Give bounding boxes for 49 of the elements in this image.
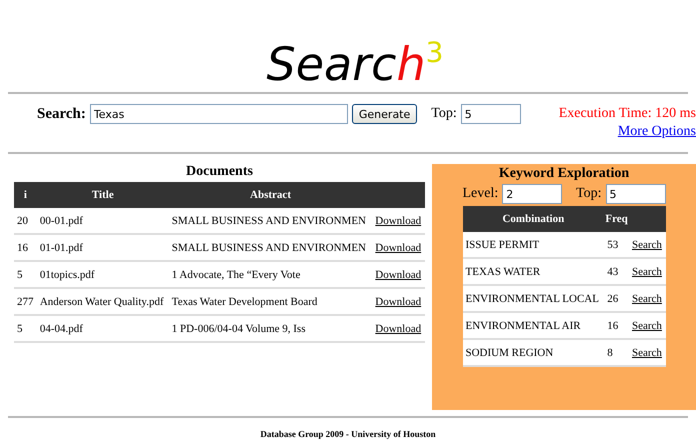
table-cell: 1 PD-006/04-04 Volume 9, Iss [168,315,372,342]
column-header: Abstract [168,182,372,208]
table-cell: 00-01.pdf [36,208,169,234]
download-link[interactable]: Download [375,322,422,334]
level-field[interactable]: 2 [502,184,562,204]
search-label: Search: [37,106,86,122]
download-link[interactable]: Download [375,296,422,308]
table-cell: TEXAS WATER [462,258,604,285]
table-cell: 43 [604,258,629,285]
column-header: Freq [604,206,629,232]
download-link[interactable]: Download [375,214,422,226]
table-cell: 26 [604,285,629,312]
table-cell: Texas Water Development Board [168,288,372,315]
top-label: Top: [431,106,457,122]
footer-text: Database Group 2009 - University of Houston [260,429,436,439]
table-cell: 16 [14,234,37,261]
table-cell: ENVIRONMENTAL LOCAL [462,285,604,312]
top-field[interactable]: 5 [606,184,666,204]
download-link[interactable]: Download [375,242,422,254]
table-cell: 53 [604,232,629,258]
table-cell: 1 Advocate, The “Every Vote [168,261,372,288]
table-cell: 20 [14,208,37,234]
table-cell: 8 [604,339,629,366]
execution-time: Execution Time: 120 ms [558,106,696,122]
table-cell: 01-01.pdf [36,234,169,261]
table-cell: SMALL BUSINESS AND ENVIRONMEN [168,234,372,261]
table-cell: SMALL BUSINESS AND ENVIRONMEN [168,208,372,234]
top-field[interactable]: 5 [460,104,521,124]
search-field[interactable]: Texas [90,104,348,124]
top-label: Top: [576,186,602,202]
more-options-link[interactable]: More Options [618,124,696,140]
column-header: i [14,182,37,208]
table-cell: 5 [14,261,37,288]
table-cell: 5 [14,315,37,342]
table-cell: 277 [14,288,37,315]
table-cell: Anderson Water Quality.pdf [36,288,169,315]
table-cell: ENVIRONMENTAL AIR [462,312,604,339]
generate-button[interactable]: Generate [352,104,418,124]
column-header: Title [36,182,169,208]
keyword-title: Keyword Exploration [498,166,630,183]
table-cell: 04-04.pdf [36,315,169,342]
documents-title: Documents [185,164,254,181]
download-link[interactable]: Download [375,268,422,280]
table-cell: SODIUM REGION [462,339,604,366]
table-cell: 01topics.pdf [36,261,169,288]
level-label: Level: [462,186,498,202]
column-header: Combination [462,206,604,232]
table-cell: ISSUE PERMIT [462,232,604,258]
table-cell: 16 [604,312,629,339]
